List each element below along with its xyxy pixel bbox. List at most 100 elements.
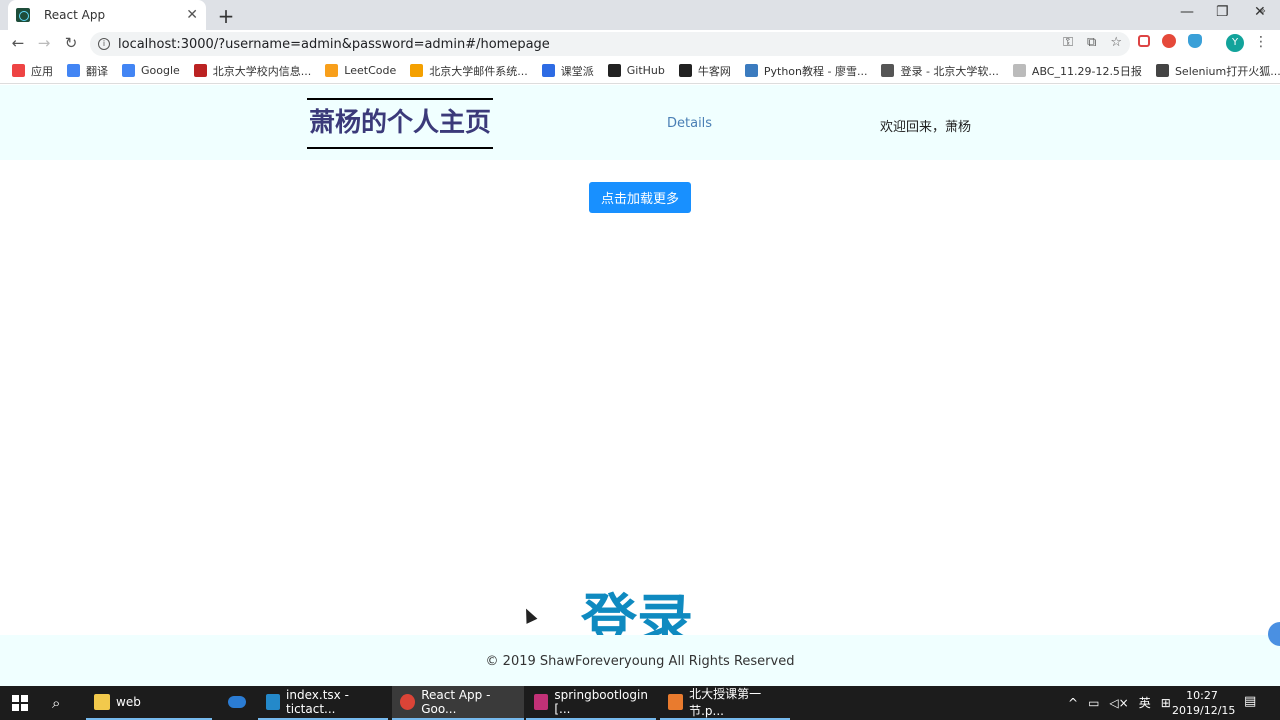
mail-at-icon bbox=[410, 64, 424, 77]
bookmark-item[interactable]: 课堂派 bbox=[541, 63, 594, 79]
bookmark-label: GitHub bbox=[626, 64, 665, 77]
back-arrow-icon[interactable]: ← bbox=[8, 34, 28, 52]
taskbar-item-label: web bbox=[116, 695, 141, 709]
chrome-icon bbox=[400, 694, 416, 710]
extension-icon[interactable] bbox=[1162, 34, 1176, 48]
restore-icon[interactable]: ❐ bbox=[1216, 4, 1229, 20]
bookmark-item[interactable]: LeetCode bbox=[325, 64, 396, 77]
bookmark-label: 课堂派 bbox=[560, 64, 594, 78]
bookmark-label: Google bbox=[141, 64, 180, 77]
leetcode-icon bbox=[325, 64, 339, 77]
site-footer: © 2019 ShawForeveryoung All Rights Reser… bbox=[0, 635, 1280, 686]
google-icon bbox=[122, 64, 135, 77]
pku-icon bbox=[193, 64, 207, 77]
browser-toolbar: ← → ↻ i localhost:3000/?username=admin&p… bbox=[0, 30, 1280, 58]
selenium-icon bbox=[1155, 64, 1169, 77]
bookmark-item[interactable]: 北京大学校内信息... bbox=[193, 63, 312, 79]
bookmark-item[interactable]: GitHub bbox=[607, 64, 665, 77]
react-favicon-icon bbox=[16, 8, 30, 22]
forward-arrow-icon[interactable]: → bbox=[34, 34, 54, 52]
clock-time: 10:27 bbox=[1186, 689, 1218, 702]
extension-icon[interactable] bbox=[1138, 35, 1150, 47]
page-content: 萧杨的个人主页 Details 欢迎回来，萧杨 点击加载更多 登录 © 2019… bbox=[0, 85, 1280, 686]
taskbar-item-chrome[interactable]: React App - Goo... bbox=[392, 686, 524, 720]
reload-icon[interactable]: ↻ bbox=[61, 34, 81, 52]
taskbar-item-vscode[interactable]: index.tsx - tictact... bbox=[258, 686, 388, 720]
battery-icon[interactable]: ▭ bbox=[1088, 696, 1099, 710]
chevron-up-icon[interactable]: ^ bbox=[1068, 696, 1078, 710]
globe-icon bbox=[881, 64, 895, 77]
profile-avatar[interactable]: Y bbox=[1226, 34, 1244, 52]
bookmark-item[interactable]: Selenium打开火狐... bbox=[1155, 63, 1280, 79]
taskbar-item-label: React App - Goo... bbox=[421, 688, 491, 716]
minimize-icon[interactable]: — bbox=[1180, 4, 1194, 20]
site-info-icon[interactable]: i bbox=[98, 38, 110, 50]
intellij-icon bbox=[534, 694, 549, 710]
vscode-icon bbox=[266, 694, 281, 710]
bookmark-label: Selenium打开火狐... bbox=[1174, 64, 1280, 78]
bookmark-item[interactable]: ABC_11.29-12.5日报 bbox=[1012, 63, 1142, 79]
bookmark-label: ABC_11.29-12.5日报 bbox=[1031, 64, 1142, 78]
translate-page-icon[interactable]: ⧉ bbox=[1087, 35, 1096, 50]
bookmark-item[interactable]: 应用 bbox=[12, 63, 53, 79]
windows-start-icon[interactable] bbox=[12, 695, 28, 711]
notification-icon[interactable]: ▤ bbox=[1244, 694, 1256, 709]
nowcoder-icon bbox=[678, 64, 692, 77]
bookmarks-bar: 应用 翻译 Google 北京大学校内信息... LeetCode 北京大学邮件系统...… bbox=[0, 58, 1280, 84]
bookmark-item[interactable]: Python教程 - 廖雪... bbox=[744, 63, 867, 79]
python-icon bbox=[744, 64, 758, 77]
details-link[interactable]: Details bbox=[667, 116, 712, 131]
url-text: localhost:3000/?username=admin&password=… bbox=[118, 36, 550, 52]
doc-icon bbox=[1012, 64, 1026, 77]
bookmark-label: 应用 bbox=[31, 64, 53, 78]
volume-muted-icon[interactable]: ◁× bbox=[1109, 696, 1128, 710]
load-more-button[interactable]: 点击加载更多 bbox=[589, 182, 691, 213]
clock-date: 2019/12/15 bbox=[1172, 704, 1236, 717]
extension-icon[interactable] bbox=[1188, 34, 1202, 48]
github-icon bbox=[607, 64, 621, 77]
new-tab-button[interactable]: + bbox=[216, 4, 236, 28]
bookmark-label: 翻译 bbox=[86, 64, 108, 78]
bookmark-label: 北京大学邮件系统... bbox=[429, 64, 528, 78]
input-mode-icon[interactable]: ⊞ bbox=[1161, 696, 1171, 710]
bookmark-item[interactable]: 翻译 bbox=[67, 63, 108, 79]
site-header: 萧杨的个人主页 Details 欢迎回来，萧杨 bbox=[0, 85, 1280, 160]
address-bar[interactable]: i localhost:3000/?username=admin&passwor… bbox=[90, 32, 1130, 56]
apps-grid-icon bbox=[12, 64, 25, 77]
bookmark-item[interactable]: Google bbox=[122, 64, 180, 77]
windows-taskbar: ⌕ web index.tsx - tictact... React App -… bbox=[0, 686, 1280, 720]
bookmark-star-icon[interactable]: ☆ bbox=[1110, 35, 1122, 50]
taskbar-item-powerpoint[interactable]: 北大授课第一节.p... bbox=[660, 686, 790, 720]
more-bookmarks-icon[interactable]: » bbox=[1259, 4, 1266, 17]
key-icon[interactable]: ⚿ bbox=[1063, 35, 1073, 50]
ime-indicator[interactable]: 英 bbox=[1139, 694, 1151, 711]
welcome-text: 欢迎回来，萧杨 bbox=[880, 120, 972, 135]
taskbar-item-intellij[interactable]: springbootlogin [... bbox=[526, 686, 656, 720]
onedrive-icon[interactable] bbox=[228, 696, 246, 708]
mouse-cursor-icon bbox=[520, 606, 538, 624]
bookmark-label: LeetCode bbox=[344, 64, 397, 77]
system-tray: ^ ▭ ◁× 英 ⊞ bbox=[1068, 694, 1171, 711]
more-menu-icon[interactable]: ⋮ bbox=[1254, 34, 1268, 50]
taskbar-item-label: springbootlogin [... bbox=[554, 688, 648, 716]
site-title: 萧杨的个人主页 bbox=[307, 98, 493, 149]
copyright-text: © 2019 ShawForeveryoung All Rights Reser… bbox=[485, 654, 795, 669]
bookmark-label: 北京大学校内信息... bbox=[212, 64, 312, 78]
bookmark-item[interactable]: 牛客网 bbox=[678, 63, 731, 79]
close-tab-icon[interactable]: ✕ bbox=[186, 7, 198, 23]
powerpoint-icon bbox=[668, 694, 684, 710]
folder-icon bbox=[94, 694, 110, 710]
extensions-area bbox=[1138, 34, 1202, 48]
system-clock[interactable]: 10:27 2019/12/15 bbox=[1172, 688, 1236, 718]
search-icon[interactable]: ⌕ bbox=[52, 694, 60, 712]
taskbar-item-web[interactable]: web bbox=[86, 686, 212, 720]
tab-title: React App bbox=[44, 8, 106, 22]
taskbar-item-label: index.tsx - tictact... bbox=[286, 688, 349, 716]
bookmark-item[interactable]: 登录 - 北京大学软... bbox=[881, 63, 999, 79]
bookmark-item[interactable]: 北京大学邮件系统... bbox=[410, 63, 528, 79]
browser-tab[interactable]: React App ✕ bbox=[8, 0, 206, 30]
browser-tab-strip: React App ✕ + — ❐ ✕ bbox=[0, 0, 1280, 30]
translate-icon bbox=[67, 64, 80, 77]
taskbar-item-label: 北大授课第一节.p... bbox=[689, 687, 762, 718]
bookmark-label: 登录 - 北京大学软... bbox=[900, 64, 999, 78]
